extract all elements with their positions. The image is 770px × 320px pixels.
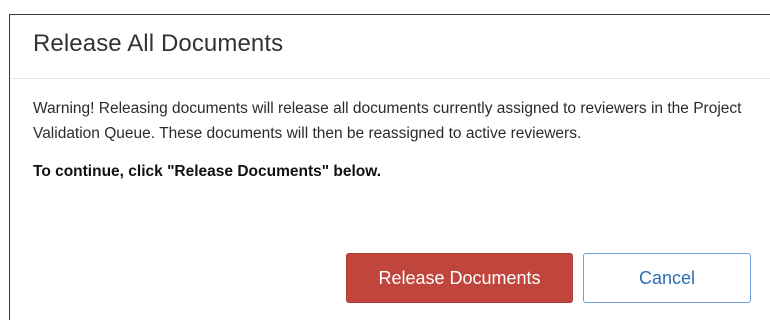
instruction-message: To continue, click "Release Documents" b… xyxy=(33,163,382,180)
cancel-button[interactable]: Cancel xyxy=(583,253,751,303)
release-documents-button[interactable]: Release Documents xyxy=(346,253,573,303)
dialog-header: Release All Documents xyxy=(10,15,770,79)
warning-message: Warning! Releasing documents will releas… xyxy=(33,100,742,142)
dialog-body: Warning! Releasing documents will releas… xyxy=(10,79,770,181)
release-documents-dialog: Release All Documents Warning! Releasing… xyxy=(9,14,770,320)
dialog-footer: Release Documents Cancel xyxy=(10,253,770,303)
dialog-title: Release All Documents xyxy=(33,30,284,57)
